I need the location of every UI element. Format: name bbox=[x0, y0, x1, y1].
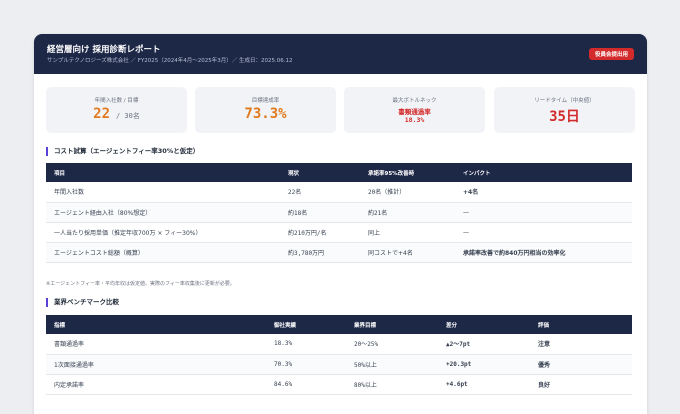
kpi-hires-label: 年間入社数 / 目標 bbox=[94, 98, 139, 104]
cost-cell: エージェントコスト総額（概算） bbox=[46, 242, 280, 263]
kpi-bottleneck-name: 書類通過率 bbox=[398, 108, 431, 116]
kpi-bottleneck: 最大ボトルネック 書類通過率 18.3% bbox=[344, 87, 485, 133]
cost-col-impact: インパクト bbox=[455, 163, 632, 182]
kpi-row: 年間入社数 / 目標 22 / 30名 目標達成率 73.3% 最大ボトルネック … bbox=[46, 87, 635, 133]
cost-cell: 年間入社数 bbox=[46, 182, 280, 203]
bench-cell: 18.3% bbox=[266, 334, 346, 355]
kpi-hires-unit: / 30名 bbox=[116, 112, 140, 120]
cost-note: ※エージェントフィー率・平均年収は仮定値。実際のフィー率収集後に更新が必要。 bbox=[46, 281, 235, 287]
kpi-leadtime-value: 35日 bbox=[549, 109, 580, 125]
cost-section-title: コスト試算（エージェントフィー率30%と仮定） bbox=[46, 147, 199, 156]
cost-cell: +4名 bbox=[455, 182, 632, 203]
bench-cell: 50%以上 bbox=[346, 354, 438, 375]
report-title: 経営層向け 採用診断レポート bbox=[47, 45, 161, 55]
kpi-leadtime: リードタイム（中央値） 35日 bbox=[494, 87, 635, 133]
cost-cell: 約21名 bbox=[360, 202, 455, 223]
kpi-achievement: 目標達成率 73.3% bbox=[195, 87, 336, 133]
table-row: 年間入社数 22名 20名（推計） +4名 bbox=[46, 182, 632, 203]
kpi-bottleneck-label: 最大ボトルネック bbox=[392, 98, 437, 104]
cost-cell: 約18名 bbox=[280, 202, 360, 223]
cost-col-current: 現状 bbox=[280, 163, 360, 182]
cost-cell: 承諾率改善で約840万円相当の効率化 bbox=[455, 242, 632, 263]
benchmark-section-title: 業界ベンチマーク比較 bbox=[46, 298, 119, 307]
cost-cell: — bbox=[455, 222, 632, 243]
bench-cell: 書類通過率 bbox=[46, 334, 266, 355]
table-row: 一人当たり採用単価（推定年収700万 × フィー30%） 約210万円/名 同上… bbox=[46, 222, 632, 243]
table-row: エージェントコスト総額（概算） 約3,780万円 同コストで+4名 承諾率改善で… bbox=[46, 242, 632, 263]
bench-cell: 80%以上 bbox=[346, 374, 438, 395]
bench-cell: 内定承諾率 bbox=[46, 374, 266, 395]
bench-cell: 良好 bbox=[530, 374, 632, 395]
bench-cell: 84.6% bbox=[266, 374, 346, 395]
bench-col-rating: 評価 bbox=[530, 315, 632, 334]
kpi-achievement-value: 73.3% bbox=[244, 106, 287, 122]
bench-col-metric: 指標 bbox=[46, 315, 266, 334]
report-header: 経営層向け 採用診断レポート サンプルテクノロジーズ株式会社 ／ FY2025（… bbox=[34, 34, 647, 74]
bench-col-actual: 御社実績 bbox=[266, 315, 346, 334]
benchmark-table-header: 指標 御社実績 業界目標 差分 評価 bbox=[46, 315, 632, 334]
cost-table: 項目 現状 承諾率95%改善時 インパクト 年間入社数 22名 20名（推計） … bbox=[46, 163, 632, 263]
kpi-hires: 年間入社数 / 目標 22 / 30名 bbox=[46, 87, 187, 133]
table-row: エージェント経由入社（80%想定） 約18名 約21名 — bbox=[46, 202, 632, 223]
cost-cell: 約210万円/名 bbox=[280, 222, 360, 243]
kpi-hires-value: 22 / 30名 bbox=[46, 106, 187, 122]
report-subtitle: サンプルテクノロジーズ株式会社 ／ FY2025（2024年4月〜2025年3月… bbox=[47, 58, 293, 64]
kpi-hires-number: 22 bbox=[93, 106, 110, 122]
kpi-leadtime-label: リードタイム（中央値） bbox=[534, 98, 595, 104]
bench-cell: 70.3% bbox=[266, 354, 346, 375]
bench-cell: +4.6pt bbox=[438, 374, 530, 395]
bench-col-target: 業界目標 bbox=[346, 315, 438, 334]
kpi-bottleneck-value: 18.3% bbox=[404, 116, 425, 124]
cost-cell: — bbox=[455, 202, 632, 223]
table-row: 内定承諾率 84.6% 80%以上 +4.6pt 良好 bbox=[46, 374, 632, 395]
cost-cell: 20名（推計） bbox=[360, 182, 455, 203]
cost-cell: 同上 bbox=[360, 222, 455, 243]
kpi-achievement-label: 目標達成率 bbox=[251, 98, 280, 104]
bench-cell: ▲2〜7pt bbox=[438, 334, 530, 355]
bench-col-diff: 差分 bbox=[438, 315, 530, 334]
report-card: 経営層向け 採用診断レポート サンプルテクノロジーズ株式会社 ／ FY2025（… bbox=[34, 34, 647, 414]
cost-col-improved: 承諾率95%改善時 bbox=[360, 163, 455, 182]
table-row: 書類通過率 18.3% 20〜25% ▲2〜7pt 注意 bbox=[46, 334, 632, 355]
benchmark-table: 指標 御社実績 業界目標 差分 評価 書類通過率 18.3% 20〜25% ▲2… bbox=[46, 315, 632, 395]
cost-col-item: 項目 bbox=[46, 163, 280, 182]
bench-cell: +20.3pt bbox=[438, 354, 530, 375]
cost-cell: 同コストで+4名 bbox=[360, 242, 455, 263]
table-row: 1次面接通過率 70.3% 50%以上 +20.3pt 優秀 bbox=[46, 354, 632, 375]
cost-cell: 22名 bbox=[280, 182, 360, 203]
cost-cell: 約3,780万円 bbox=[280, 242, 360, 263]
cost-table-header: 項目 現状 承諾率95%改善時 インパクト bbox=[46, 163, 632, 182]
bench-cell: 1次面接通過率 bbox=[46, 354, 266, 375]
bench-cell: 注意 bbox=[530, 334, 632, 355]
cost-cell: エージェント経由入社（80%想定） bbox=[46, 202, 280, 223]
cost-cell: 一人当たり採用単価（推定年収700万 × フィー30%） bbox=[46, 222, 280, 243]
bench-cell: 優秀 bbox=[530, 354, 632, 375]
board-submission-badge: 役員会提出用 bbox=[588, 48, 634, 60]
bench-cell: 20〜25% bbox=[346, 334, 438, 355]
